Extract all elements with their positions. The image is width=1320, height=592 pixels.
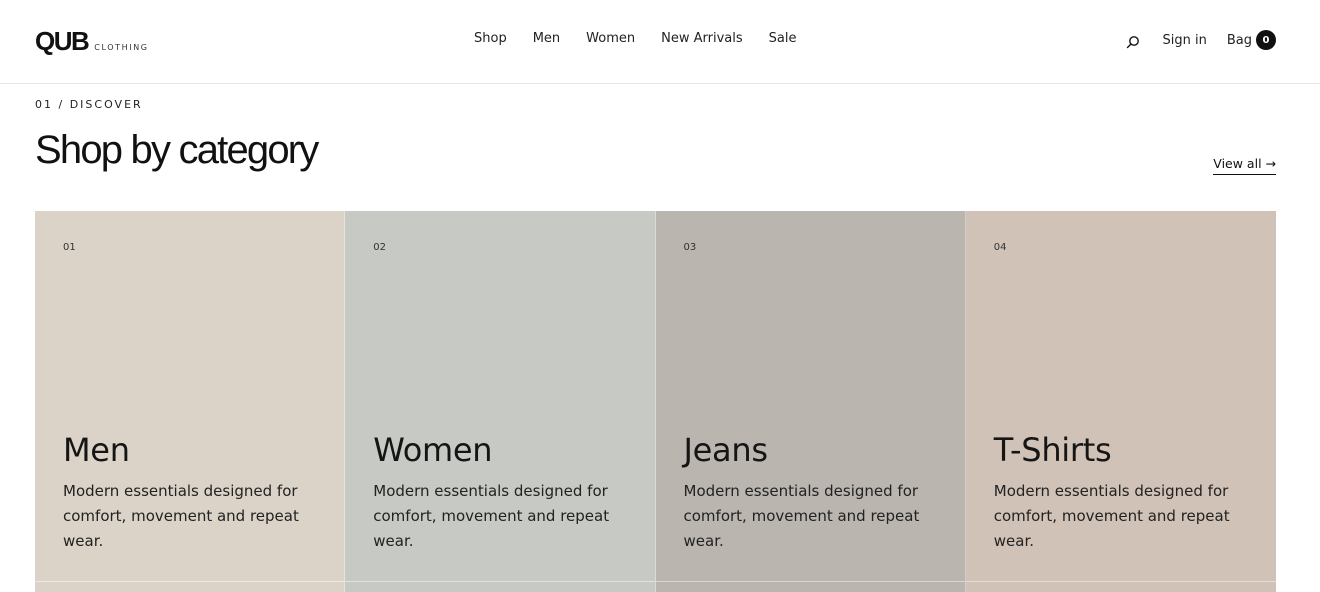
category-card-jeans[interactable]: 03 Jeans Modern essentials designed for … [655,211,966,592]
category-number: 02 [373,242,386,253]
category-number: 01 [63,242,76,253]
nav-sale[interactable]: Sale [769,31,797,46]
site-header: QUB CLOTHING Shop Men Women New Arrivals… [0,0,1320,84]
nav-men[interactable]: Men [533,31,560,46]
category-card-men[interactable]: 01 Men Modern essentials designed for co… [35,211,346,592]
card-divider [655,581,965,582]
header-actions: Sign in Bag 0 [1125,30,1276,50]
nav-women[interactable]: Women [586,31,635,46]
sign-in-link[interactable]: Sign in [1163,33,1207,48]
bag-count-badge: 0 [1256,30,1276,50]
main-nav: Shop Men Women New Arrivals Sale [474,31,822,46]
card-divider [965,581,1276,582]
category-number: 03 [683,242,697,253]
category-title: Women [373,431,493,469]
logo[interactable]: QUB CLOTHING [35,26,149,57]
section-title: Shop by category [35,128,319,172]
category-grid: 01 Men Modern essentials designed for co… [35,211,1276,592]
logo-mark: QUB [35,26,90,56]
bag-label: Bag [1226,32,1252,48]
category-title: Men [63,431,130,469]
logo-subtitle: CLOTHING [94,43,149,52]
category-card-t-shirts[interactable]: 04 T-Shirts Modern essentials designed f… [965,211,1276,592]
category-card-women[interactable]: 02 Women Modern essentials designed for … [345,211,656,592]
category-description: Modern essentials designed for comfort, … [63,482,299,550]
category-title: Jeans [683,431,769,469]
nav-shop[interactable]: Shop [474,31,507,46]
section-eyebrow: 01 / DISCOVER [35,98,143,111]
category-description: Modern essentials designed for comfort, … [993,482,1230,550]
category-description: Modern essentials designed for comfort, … [373,482,610,550]
card-divider [35,581,345,582]
view-all-link[interactable]: View all → [1213,156,1276,175]
category-number: 04 [993,242,1007,253]
search-icon[interactable] [1125,34,1141,50]
nav-new-arrivals[interactable]: New Arrivals [661,31,743,46]
card-divider [345,581,655,582]
category-title: T-Shirts [993,431,1112,469]
category-description: Modern essentials designed for comfort, … [683,482,920,550]
bag-button[interactable]: Bag 0 [1227,30,1276,50]
